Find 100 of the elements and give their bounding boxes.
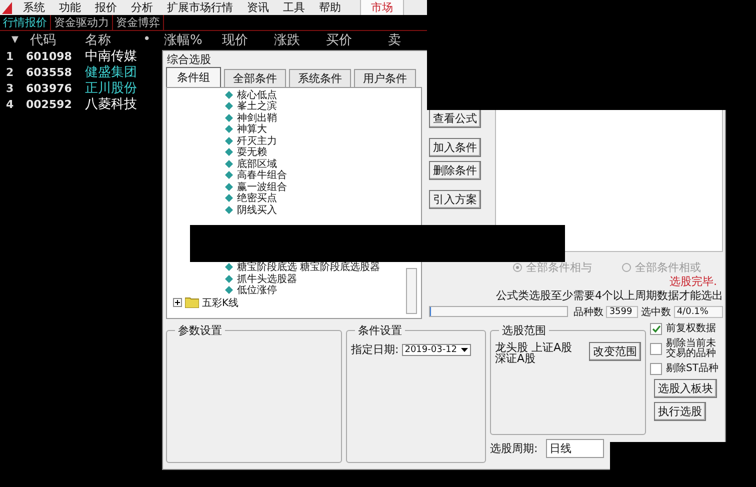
checkbox-label: 剔除当前未交易的品种 [666,339,717,359]
tree-item[interactable]: 神剑出鞘 [225,112,421,124]
tree-folder[interactable]: 五彩K线 [173,296,421,309]
expand-icon[interactable] [173,298,182,307]
formula-name: 底部区域 [237,158,277,170]
checkbox[interactable] [650,323,662,335]
row-number: 1 [5,50,15,62]
checkbox[interactable] [650,343,662,355]
logo-icon [2,2,12,14]
formula-name: 高春牛组合 [237,168,287,182]
formula-name: 核心低点 [237,88,277,101]
range-text: 龙头股 上证A股 [495,342,572,353]
radio-button[interactable] [622,262,631,272]
column-header[interactable]: 涨跌 [274,30,326,48]
tab[interactable]: 用户条件 [354,69,416,87]
period-field[interactable]: 日线 [546,439,604,458]
side-button[interactable]: 引入方案 [429,190,481,209]
menu-item[interactable]: 帮助 [312,0,348,15]
formula-name: 歼灭主力 [237,134,277,147]
column-header[interactable]: • [143,32,164,47]
tree-item[interactable]: 低位涨停 [225,284,421,296]
checkbox-label: 前复权数据 [666,324,716,334]
formula-name: 阴线买入 [237,204,277,217]
column-header[interactable]: ▼ [0,34,30,44]
check-icon [652,325,660,333]
formula-name: 神剑出鞘 [237,112,277,124]
view-tab[interactable]: 行情报价 [0,15,51,30]
column-header[interactable]: 买价 [326,30,388,48]
change-range-button[interactable]: 改变范围 [589,342,641,361]
tree-item[interactable]: 高春牛组合 [225,170,421,181]
side-button[interactable]: 查看公式 [429,109,481,128]
stock-code: 002592 [26,98,73,110]
range-text: 深证A股 [495,353,536,364]
tab[interactable]: 系统条件 [289,69,351,87]
tree-item[interactable]: 阴线买入 [225,204,421,216]
group-title: 条件设置 [357,323,403,338]
checkbox[interactable] [650,363,662,375]
status-text: 选股完毕. [668,274,718,288]
row-number: 4 [5,98,15,110]
column-header[interactable]: 名称 [85,30,143,48]
formula-name: 糖宝阶段底选 糖宝阶段底选股器 [237,261,380,274]
side-button[interactable]: 加入条件 [429,138,481,157]
count-label: 品种数 [573,306,604,319]
tree-item[interactable]: 绝密买点 [225,192,421,204]
checkbox-option[interactable]: 剔除当前未交易的品种 [650,339,722,359]
menu-item[interactable]: 功能 [52,0,88,15]
formula-name: 绝密买点 [237,192,277,204]
column-header[interactable]: 现价 [222,30,274,48]
date-dropdown[interactable]: 2019-03-12 [402,344,472,356]
view-tab[interactable]: 资金驱动力 [51,15,113,30]
market-tab[interactable]: 市场 [360,0,404,15]
menu-item[interactable]: 系统 [16,0,52,15]
radio-label: 全部条件相与 [526,260,592,275]
note-text: 公式类选股至少需要4个以上周期数据才能选出 [495,288,724,304]
action-button[interactable]: 选股入板块 [654,379,717,398]
tree-item[interactable]: 耍无赖 [225,146,421,158]
scroll-bar[interactable] [406,268,417,314]
folder-name: 五彩K线 [202,296,239,310]
column-header[interactable]: 涨幅% [164,30,222,48]
tab[interactable]: 条件组 [166,67,221,87]
stock-code: 601098 [26,50,73,62]
tree-item[interactable]: 赢一波组合 [225,181,421,192]
tree-item[interactable]: 抓牛头选股器 [225,273,421,284]
date-label: 指定日期: [351,342,399,357]
formula-name: 赢一波组合 [237,180,287,193]
checkbox-option[interactable]: 剔除ST品种 [650,363,718,375]
row-number: 2 [5,66,15,78]
stock-name: 中南传媒 [85,48,137,65]
formula-name: 峯土之滨 [237,100,277,112]
stock-code: 603558 [26,66,73,78]
formula-name: 低位涨停 [237,284,277,298]
checkbox-option[interactable]: 前复权数据 [650,323,716,335]
menu-item[interactable]: 扩展市场行情 [160,0,240,15]
side-button[interactable]: 删除条件 [429,161,481,180]
tree-item[interactable]: 底部区域 [225,158,421,170]
menu-item[interactable]: 工具 [276,0,312,15]
stock-code: 603976 [26,82,73,94]
tab[interactable]: 全部条件 [224,69,286,87]
tree-item[interactable]: 峯土之滨 [225,100,421,112]
tree-item[interactable]: 糖宝阶段底选 糖宝阶段底选股器 [225,262,421,273]
column-header[interactable]: 代码 [30,30,85,48]
group-title: 选股范围 [501,323,547,338]
dialog-title: 综合选股 [166,52,212,68]
stock-name: 八菱科技 [85,96,137,113]
column-header[interactable]: 卖 [388,30,408,48]
menu-item[interactable]: 分析 [124,0,160,15]
dropdown-arrow-icon [461,348,468,352]
tree-item[interactable]: 神算大 [225,124,421,135]
menu-item[interactable]: 资讯 [240,0,276,15]
view-tab[interactable]: 资金博弈 [113,15,164,30]
menu-item[interactable]: 报价 [88,0,124,15]
tree-item[interactable]: 核心低点 [225,89,421,100]
action-button[interactable]: 执行选股 [654,402,706,421]
stock-name: 健盛集团 [85,64,137,81]
row-number: 3 [5,82,15,94]
stock-name: 正川股份 [85,80,137,97]
folder-icon [185,297,199,308]
selected-value: 4/0.1% [674,306,723,318]
tree-item[interactable]: 歼灭主力 [225,135,421,146]
radio-label: 全部条件相或 [635,260,701,275]
